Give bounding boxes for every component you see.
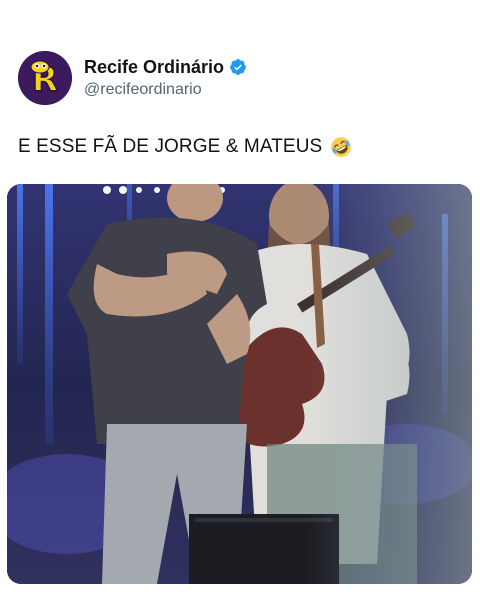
tweet-text: E ESSE FÃ DE JORGE & MATEUS <box>18 136 323 157</box>
recife-ordinario-logo-icon: R <box>18 51 72 105</box>
author-display-name[interactable]: Recife Ordinário <box>84 56 224 78</box>
tweet-header: R Recife Ordinário @recifeordinario <box>18 50 247 106</box>
concert-stage-photo <box>7 184 472 584</box>
rolling-on-floor-laughing-emoji-icon <box>331 137 352 157</box>
author-names: Recife Ordinário @recifeordinario <box>84 56 247 101</box>
tweet-text-row: E ESSE FÃ DE JORGE & MATEUS <box>18 136 352 158</box>
author-handle[interactable]: @recifeordinario <box>84 79 247 101</box>
tweet-media[interactable] <box>7 184 472 584</box>
verified-badge-icon <box>230 58 246 75</box>
tweet-card: R Recife Ordinário @recifeordinario E ES… <box>0 0 480 600</box>
name-row: Recife Ordinário <box>84 56 247 78</box>
avatar[interactable]: R <box>18 51 72 105</box>
